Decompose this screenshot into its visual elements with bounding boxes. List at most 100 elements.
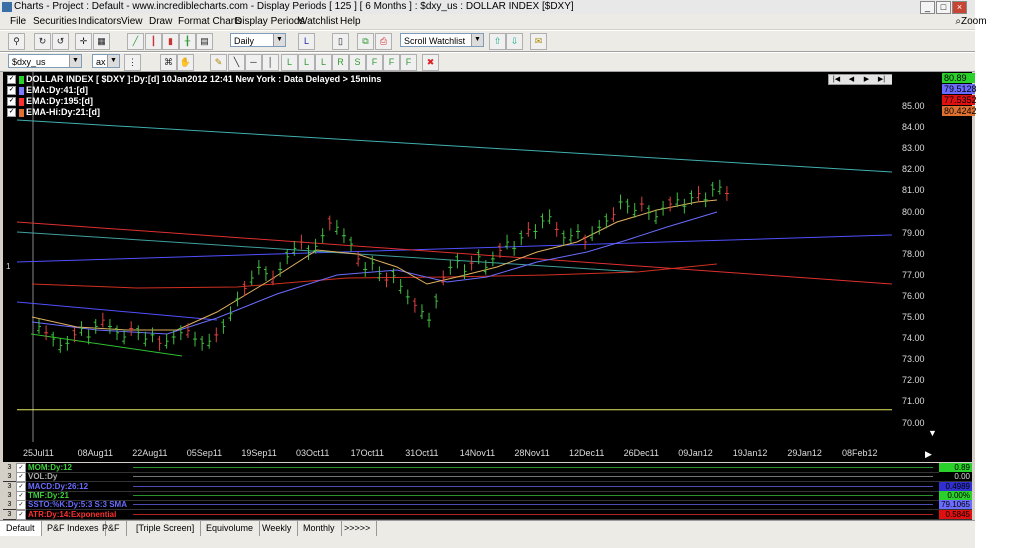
price-value-close: 80.89 <box>942 73 975 83</box>
x-tick-label: 03Oct11 <box>296 448 330 458</box>
price-value-text: 80.4242 <box>944 106 977 116</box>
next-icon[interactable]: ▶ <box>859 75 874 84</box>
y-tick-label: 79.00 <box>902 227 925 238</box>
menu-display-periods[interactable]: Display Periods <box>235 14 304 29</box>
menu-watchlist[interactable]: Watchlist <box>298 14 338 29</box>
ax-select[interactable]: ax ▼ <box>92 54 120 68</box>
horizontal-line-icon[interactable]: ─ <box>245 54 262 71</box>
legend-ema-195[interactable]: ✓ EMA:Dy:195:[d] <box>7 96 93 107</box>
scroll-down-arrow-icon[interactable]: ▼ <box>928 428 937 438</box>
panel-line <box>133 513 933 515</box>
first-icon[interactable]: |◀ <box>829 75 844 84</box>
vertical-line-icon[interactable]: │ <box>262 54 279 71</box>
line-chart-icon[interactable]: ╱ <box>127 33 144 50</box>
print-icon[interactable]: ⎙ <box>375 33 392 50</box>
fib-ext-icon[interactable]: F <box>383 54 400 71</box>
fib-fan-icon[interactable]: F <box>400 54 417 71</box>
scroll-down-icon[interactable]: ⇩ <box>506 33 523 50</box>
tab-pf[interactable]: P&F <box>96 521 127 536</box>
last-icon[interactable]: ▶| <box>874 75 889 84</box>
checkbox-icon[interactable]: ✓ <box>7 108 16 118</box>
watchlist-select[interactable]: Scroll Watchlist ▼ <box>400 33 484 47</box>
y-tick-label: 80.00 <box>902 206 925 217</box>
indicator-panel-row[interactable]: 3 ✓ ATR:Dy:14:Exponential 0.5845 <box>3 509 972 520</box>
bar-chart-icon[interactable]: ┃ <box>145 33 162 50</box>
symbol-input[interactable]: $dxy_us ▼ <box>8 54 82 68</box>
channel-icon[interactable]: L <box>298 54 315 71</box>
panel-number[interactable]: 3 <box>3 500 16 510</box>
menu-view[interactable]: View <box>121 14 143 29</box>
parallel-icon[interactable]: L <box>315 54 332 71</box>
panel-number[interactable]: 3 <box>3 509 16 519</box>
menu-format-charts[interactable]: Format Charts <box>178 14 242 29</box>
delete-drawing-icon[interactable]: ✖ <box>422 54 439 71</box>
tab-weekly[interactable]: Weekly <box>256 521 299 536</box>
legend-ema-hi-21[interactable]: ✓ EMA-Hi:Dy:21:[d] <box>7 107 100 118</box>
y-tick-label: 83.00 <box>902 143 925 154</box>
fibonacci-icon[interactable]: F <box>366 54 383 71</box>
panel-label: VOL:Dy <box>28 472 58 482</box>
menu-draw[interactable]: Draw <box>149 14 172 29</box>
panel-number[interactable]: 3 <box>3 472 16 482</box>
chart-tabs: Default P&F Indexes P&F [Triple Screen] … <box>0 520 975 537</box>
candle-chart-icon[interactable]: ▮ <box>162 33 179 50</box>
tab-equivolume[interactable]: Equivolume <box>200 521 261 536</box>
price-value-ema41: 79.5128 <box>942 84 977 94</box>
maximize-button[interactable]: □ <box>936 1 951 14</box>
minimize-button[interactable]: _ <box>920 1 935 14</box>
mail-icon[interactable]: ✉ <box>530 33 547 50</box>
zoom-button[interactable]: ⌕ Zoom <box>955 14 986 29</box>
period-icon[interactable]: ⋮ <box>124 54 141 71</box>
menu-securities[interactable]: Securities <box>33 14 77 29</box>
scroll-right-arrow-icon[interactable]: ▶ <box>925 449 932 460</box>
close-button[interactable]: × <box>952 1 967 14</box>
hlc-chart-icon[interactable]: ╂ <box>179 33 196 50</box>
binoculars-icon[interactable]: ⌘ <box>160 54 177 71</box>
log-scale-icon[interactable]: L <box>298 33 315 50</box>
grid-icon[interactable]: ▦ <box>93 33 110 50</box>
panel-value: 0.5845 <box>939 509 972 519</box>
tab-monthly[interactable]: Monthly <box>297 521 342 536</box>
legend-swatch <box>19 108 24 117</box>
chevron-down-icon: ▼ <box>107 55 119 67</box>
menu-help[interactable]: Help <box>340 14 361 29</box>
panel-number[interactable]: 3 <box>3 490 16 500</box>
hand-icon[interactable]: ✋ <box>177 54 194 71</box>
speed-lines-icon[interactable]: S <box>349 54 366 71</box>
ray-icon[interactable]: R <box>332 54 349 71</box>
linear-regression-icon[interactable]: L <box>281 54 298 71</box>
checkbox-icon[interactable]: ✓ <box>16 509 26 520</box>
period-select[interactable]: Daily ▼ <box>230 33 286 47</box>
trendline-icon[interactable]: ╲ <box>228 54 245 71</box>
panel-line <box>133 494 933 496</box>
pencil-icon[interactable]: ✎ <box>210 54 227 71</box>
menu-file[interactable]: File <box>10 14 26 29</box>
refresh-icon[interactable]: ↻ <box>34 33 51 50</box>
price-chart[interactable]: 1 ✓ DOLLAR INDEX [ $DXY ]:Dy:[d] 10Jan201… <box>3 72 977 462</box>
magnifier-icon[interactable]: ⚲ <box>8 33 25 50</box>
price-value-text: 80.89 <box>944 73 967 83</box>
panel-label: SSTO:%K:Dy:5:3 S:3 SMA <box>28 500 127 510</box>
price-plot[interactable] <box>17 72 892 442</box>
crosshair-icon[interactable]: ✛ <box>75 33 92 50</box>
menu-indicators[interactable]: Indicators <box>78 14 121 29</box>
document-icon[interactable]: ▯ <box>332 33 349 50</box>
checkbox-icon[interactable]: ✓ <box>7 75 16 85</box>
tab-default[interactable]: Default <box>0 521 42 536</box>
panel-number[interactable]: 3 <box>3 463 16 472</box>
price-value-ema195: 77.5352 <box>942 95 977 105</box>
app-window: Charts - Project : Default - www.incredi… <box>0 0 987 548</box>
panel-value: 0.4989 <box>939 481 972 491</box>
tab-triple-screen[interactable]: [Triple Screen] <box>130 521 202 536</box>
tab-more[interactable]: >>>>> <box>338 521 378 536</box>
checkbox-icon[interactable]: ✓ <box>7 97 16 107</box>
checkbox-icon[interactable]: ✓ <box>7 86 16 96</box>
scroll-up-icon[interactable]: ⇧ <box>489 33 506 50</box>
panel-number[interactable]: 3 <box>3 481 16 491</box>
trendline-cyan <box>17 119 892 173</box>
legend-ema-41[interactable]: ✓ EMA:Dy:41:[d] <box>7 85 88 96</box>
chart-type-icon[interactable]: ▤ <box>196 33 213 50</box>
copy-icon[interactable]: ⧉ <box>357 33 374 50</box>
prev-icon[interactable]: ◀ <box>844 75 859 84</box>
reload-icon[interactable]: ↺ <box>52 33 69 50</box>
